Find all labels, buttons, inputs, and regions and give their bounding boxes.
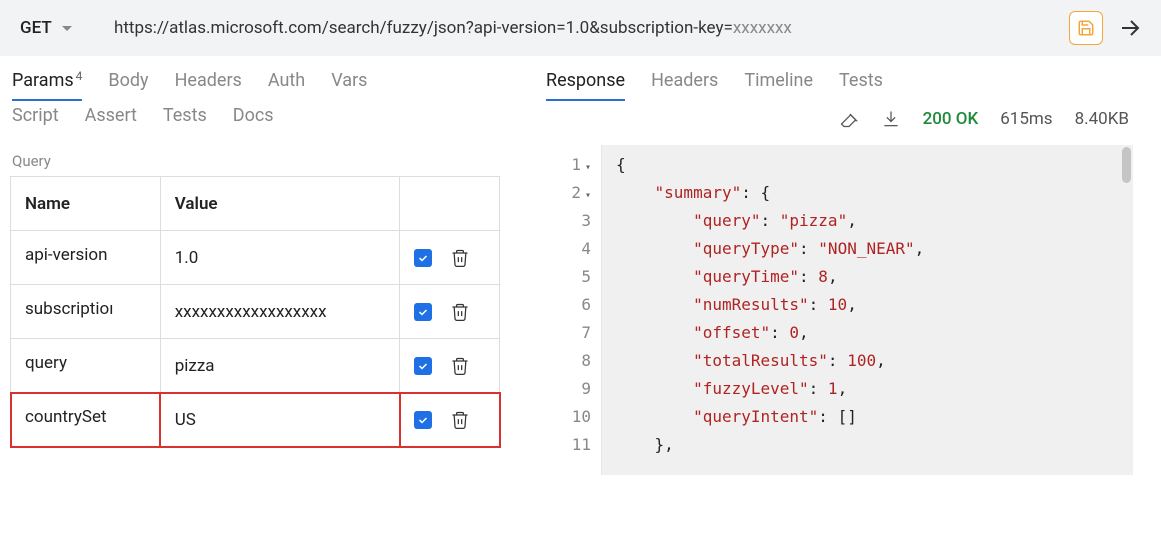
table-row: querypizza [11,339,500,393]
save-button[interactable] [1069,11,1103,45]
line-number: 5 [546,263,601,291]
response-body[interactable]: 1234567891011 { "summary": { "query": "p… [546,145,1133,475]
tab-headers[interactable]: Headers [651,70,718,101]
table-row: countrySetUS [11,393,500,447]
param-value[interactable]: pizza [160,339,400,393]
row-actions [400,285,500,339]
column-header: Value [160,177,400,231]
save-icon [1077,19,1095,37]
request-tabs-row2: Script Assert Tests Docs [6,101,504,134]
request-tabs-row1: Params4 Body Headers Auth Vars [6,56,504,101]
line-number: 9 [546,375,601,403]
url-masked: xxxxxxx [733,18,792,38]
query-params-table: NameValue api-version1.0subscriptioıxxxx… [10,176,500,447]
table-row: api-version1.0 [11,231,500,285]
code-line: "offset": 0, [616,319,1133,347]
row-actions [400,393,500,447]
erase-icon[interactable] [839,109,859,129]
code-line: "totalResults": 100, [616,347,1133,375]
line-number: 10 [546,403,601,431]
param-name[interactable]: query [11,339,161,393]
response-meta: 200 OK 615ms 8.40KB [516,101,1155,139]
response-time: 615ms [1000,109,1052,129]
enable-checkbox[interactable] [414,357,432,375]
line-number: 11 [546,431,601,459]
method-label: GET [20,18,52,38]
line-number: 7 [546,319,601,347]
line-number: 2 [546,179,601,207]
scrollbar-thumb[interactable] [1122,147,1131,183]
table-row: subscriptioıxxxxxxxxxxxxxxxxxx [11,285,500,339]
param-name[interactable]: countrySet [11,393,161,447]
tab-badge: 4 [76,69,83,83]
request-pane: Params4 Body Headers Auth Vars Script Assert T… [0,56,510,541]
line-number: 6 [546,291,601,319]
column-header [400,177,500,231]
method-select[interactable]: GET [14,14,104,42]
trash-icon[interactable] [450,248,470,268]
enable-checkbox[interactable] [414,411,432,429]
send-button[interactable] [1113,11,1147,45]
response-size: 8.40KB [1075,109,1129,129]
tab-script[interactable]: Script [12,105,59,134]
arrow-right-icon [1118,16,1142,40]
code-line: "query": "pizza", [616,207,1133,235]
enable-checkbox[interactable] [414,249,432,267]
status-badge: 200 OK [923,109,979,129]
url-text: https://atlas.microsoft.com/search/fuzzy… [114,18,733,38]
code-line: "fuzzyLevel": 1, [616,375,1133,403]
row-actions [400,339,500,393]
tab-tests[interactable]: Tests [839,70,883,101]
row-actions [400,231,500,285]
code-line: "summary": { [616,179,1133,207]
line-number: 8 [546,347,601,375]
param-value[interactable]: xxxxxxxxxxxxxxxxxx [160,285,400,339]
tab-docs[interactable]: Docs [233,105,274,134]
param-value[interactable]: 1.0 [160,231,400,285]
param-value[interactable]: US [160,393,400,447]
response-pane: Response Headers Timeline Tests 200 OK 615m… [510,56,1161,541]
scrollbar[interactable] [1121,145,1131,475]
code-line: "numResults": 10, [616,291,1133,319]
download-icon[interactable] [881,109,901,129]
request-toolbar: GET https://atlas.microsoft.com/search/f… [0,0,1161,56]
enable-checkbox[interactable] [414,303,432,321]
code-line: "queryIntent": [] [616,403,1133,431]
tab-vars[interactable]: Vars [331,70,367,101]
query-section-label: Query [6,134,504,176]
line-gutter: 1234567891011 [546,145,602,475]
line-number: 1 [546,151,601,179]
param-name[interactable]: api-version [11,231,161,285]
trash-icon[interactable] [450,356,470,376]
column-header: Name [11,177,161,231]
tab-headers[interactable]: Headers [175,70,242,101]
line-number: 3 [546,207,601,235]
code-line: "queryTime": 8, [616,263,1133,291]
line-number: 4 [546,235,601,263]
code-line: { [616,151,1133,179]
trash-icon[interactable] [450,410,470,430]
response-tabs: Response Headers Timeline Tests [516,56,1155,101]
json-viewer: { "summary": { "query": "pizza", "queryT… [602,145,1133,475]
chevron-down-icon [62,26,72,31]
code-line: }, [616,431,1133,459]
trash-icon[interactable] [450,302,470,322]
tab-assert[interactable]: Assert [85,105,137,134]
tab-response[interactable]: Response [546,70,625,101]
url-input[interactable]: https://atlas.microsoft.com/search/fuzzy… [114,18,1059,38]
tab-params[interactable]: Params4 [12,70,82,101]
code-line: "queryType": "NON_NEAR", [616,235,1133,263]
tab-tests[interactable]: Tests [163,105,207,134]
tab-timeline[interactable]: Timeline [744,70,813,101]
param-name[interactable]: subscriptioı [11,285,161,339]
tab-body[interactable]: Body [108,70,148,101]
tab-auth[interactable]: Auth [268,70,305,101]
